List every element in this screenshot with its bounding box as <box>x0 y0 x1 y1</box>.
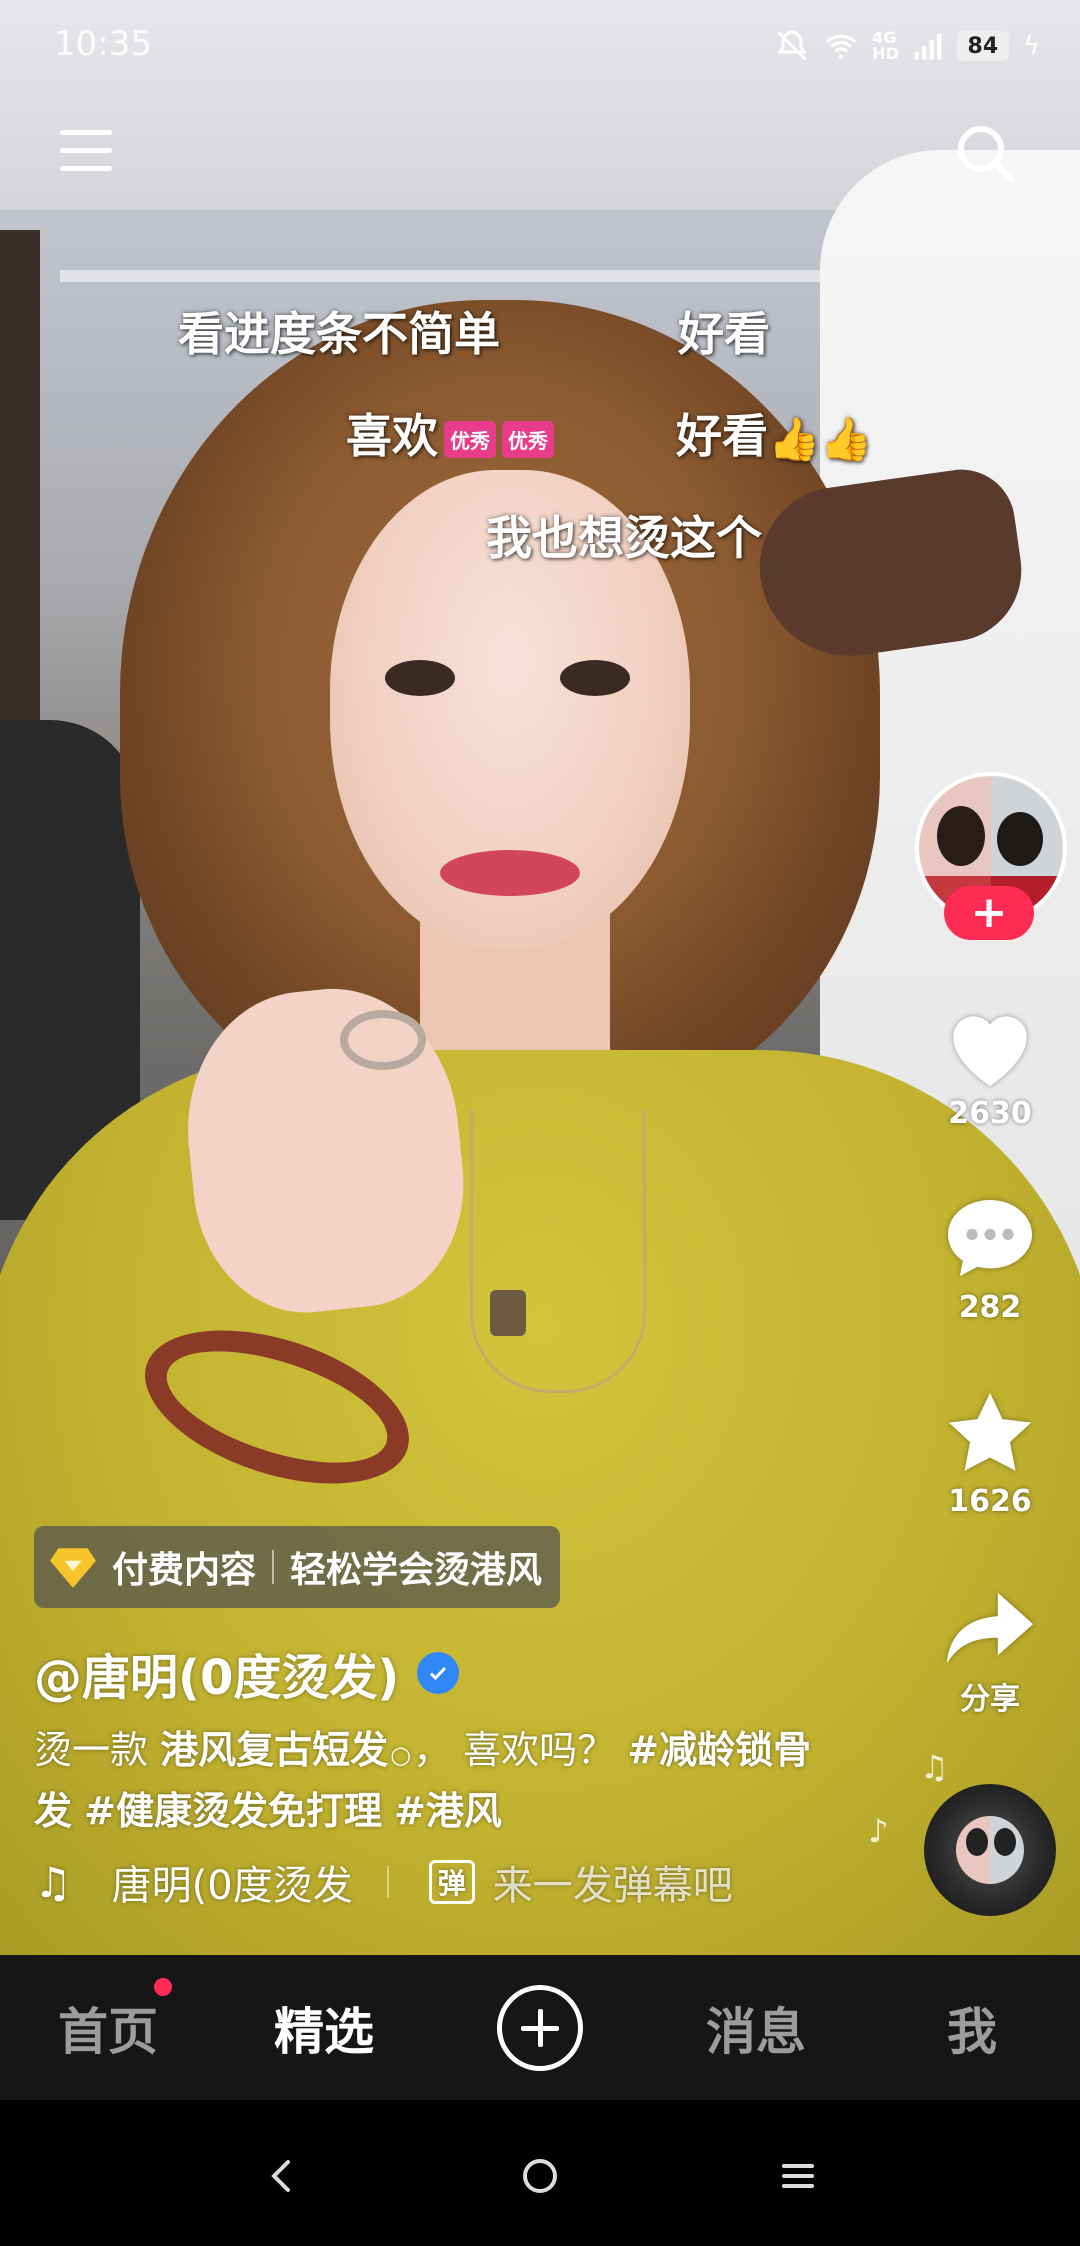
danmaku-text: 好看 <box>678 307 770 361</box>
status-bar: 10:35 4G HD 84 ϟ <box>0 0 1080 90</box>
video-eye-left <box>385 660 455 696</box>
paid-label: 付费内容 <box>112 1550 257 1591</box>
danmaku-comment: 喜欢 优秀 优秀 <box>346 400 554 466</box>
danmaku-text: 好看 <box>676 409 768 463</box>
disc-person <box>994 1828 1016 1856</box>
paid-title: 轻松学会烫港风 <box>290 1550 543 1591</box>
back-icon[interactable] <box>252 2146 312 2206</box>
share-button[interactable]: 分享 <box>930 1588 1050 1718</box>
thumbs-up-emoji: 👍👍 <box>768 414 873 464</box>
comment-button[interactable]: 282 <box>930 1192 1050 1325</box>
search-mini-icon: ○ <box>390 1741 412 1769</box>
system-nav-bar <box>0 2100 1080 2246</box>
danmaku-icon[interactable]: 弹 <box>428 1860 475 1904</box>
menu-line <box>60 130 112 135</box>
tab-messages[interactable]: 消息 <box>648 1992 864 2064</box>
favorite-button[interactable]: 1626 <box>930 1386 1050 1519</box>
tab-featured[interactable]: 精选 <box>216 1992 432 2064</box>
music-note-icon: ♪ <box>868 1812 889 1850</box>
author-name[interactable]: @唐明(0度烫发) <box>34 1638 399 1708</box>
paid-tag-divider <box>272 1550 275 1584</box>
video-caption: 烫一款 港风复古短发○， 喜欢吗？ #减龄锁骨发 #健康烫发免打理 #港风 <box>34 1722 834 1839</box>
danmaku-comment: 好看👍👍 <box>676 400 873 466</box>
tab-home[interactable]: 首页 <box>0 1977 216 2064</box>
excellent-badge: 优秀 <box>502 421 554 458</box>
tab-me[interactable]: 我 <box>864 1992 1080 2064</box>
status-icons: 4G HD 84 ϟ <box>774 26 1040 66</box>
excellent-badge: 优秀 <box>444 421 496 458</box>
like-count: 2630 <box>948 1096 1032 1131</box>
video-lips <box>440 850 580 896</box>
favorite-count: 1626 <box>948 1484 1032 1519</box>
home-circle-icon[interactable] <box>510 2146 570 2206</box>
diamond-icon <box>50 1548 96 1588</box>
follow-button[interactable]: + <box>944 886 1034 940</box>
status-time: 10:35 <box>54 24 152 64</box>
danmaku-comment: 好看 <box>678 298 770 364</box>
menu-line <box>60 166 112 171</box>
avatar-person <box>997 812 1043 866</box>
author-name-row[interactable]: @唐明(0度烫发) <box>34 1638 460 1708</box>
signal-icon <box>913 31 943 61</box>
create-plus-icon[interactable] <box>497 1984 583 2071</box>
danmaku-text: 我也想烫这个 <box>486 511 762 565</box>
mute-bell-icon <box>774 28 810 64</box>
music-title[interactable]: 唐明(0度烫发 <box>112 1853 353 1911</box>
video-shelf <box>0 230 40 750</box>
video-ring <box>340 1010 426 1070</box>
hd-label: HD <box>872 44 899 63</box>
hashtag-link[interactable]: #港风 <box>394 1789 502 1833</box>
menu-line <box>60 148 112 153</box>
tab-create[interactable] <box>432 1984 648 2071</box>
comment-count: 282 <box>958 1290 1022 1325</box>
avatar-person <box>937 806 985 866</box>
music-disc-cover <box>956 1816 1024 1884</box>
danmaku-comment: 看进度条不简单 <box>178 298 500 364</box>
like-button[interactable]: 2630 <box>930 1000 1050 1131</box>
music-note-icon: ♫ <box>920 1748 949 1786</box>
notification-dot <box>154 1977 172 1996</box>
tab-label: 我 <box>947 2002 997 2061</box>
comment-bubble-icon <box>948 1200 1032 1276</box>
tab-label: 精选 <box>274 2002 374 2061</box>
hashtag-link[interactable]: #健康烫发免打理 <box>84 1789 382 1833</box>
video-necklace <box>470 1110 646 1393</box>
danmaku-text: 看进度条不简单 <box>178 307 500 361</box>
danmaku-comment: 我也想烫这个 <box>486 502 762 568</box>
share-arrow-icon <box>946 1592 1034 1664</box>
music-disc[interactable] <box>924 1784 1056 1916</box>
disc-person <box>966 1828 988 1856</box>
music-row[interactable]: ♫ 唐明(0度烫发 弹 来一发弹幕吧 <box>34 1852 733 1912</box>
share-label: 分享 <box>960 1682 1020 1717</box>
wifi-icon <box>824 31 858 61</box>
caption-text: ， 喜欢吗？ <box>413 1728 628 1772</box>
bottom-tab-bar: 首页 精选 消息 我 <box>0 1955 1080 2100</box>
danmaku-input[interactable]: 来一发弹幕吧 <box>493 1853 733 1911</box>
video-pendant <box>490 1290 526 1336</box>
caption-text: 烫一款 <box>34 1728 161 1772</box>
video-eye-right <box>560 660 630 696</box>
music-note-icon: ♫ <box>34 1857 72 1907</box>
music-row-divider <box>386 1866 389 1898</box>
network-type: 4G HD <box>872 30 899 62</box>
danmaku-text: 喜欢 <box>346 409 438 463</box>
verified-icon <box>417 1652 460 1694</box>
heart-icon <box>953 1016 1027 1086</box>
paid-content-tag[interactable]: 付费内容 轻松学会烫港风 <box>34 1526 561 1608</box>
recents-menu-icon[interactable] <box>768 2146 828 2206</box>
star-icon <box>948 1392 1032 1471</box>
menu-icon[interactable] <box>60 130 112 178</box>
caption-keyword-link[interactable]: 港风复古短发 <box>160 1728 388 1772</box>
charging-icon: ϟ <box>1022 31 1040 61</box>
tab-label: 首页 <box>58 2002 158 2061</box>
tab-label: 消息 <box>706 2002 806 2061</box>
battery-indicator: 84 <box>956 31 1009 61</box>
search-icon[interactable] <box>954 122 1018 186</box>
